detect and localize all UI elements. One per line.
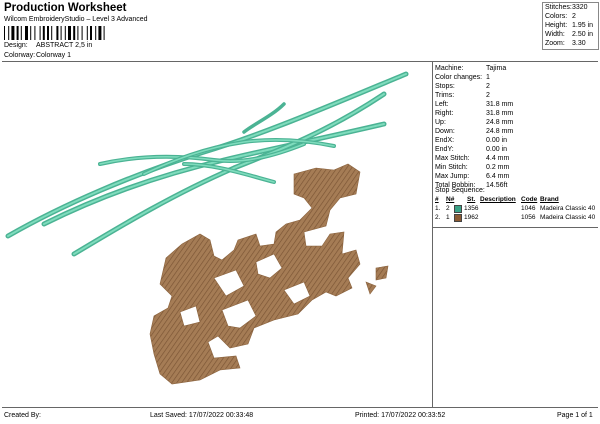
detail-label: Down: <box>435 128 455 135</box>
row-num: 2. <box>435 214 441 221</box>
detail-value: 31.8 mm <box>486 101 514 108</box>
detail-row: Trims: 2 <box>435 91 513 100</box>
col-st: St. <box>467 196 476 203</box>
col-brand: Brand <box>540 196 559 203</box>
printed-date: Printed: 17/07/2022 00:33:52 <box>355 412 446 419</box>
detail-label: Trims: <box>435 92 455 99</box>
detail-value: 0.00 in <box>486 146 508 153</box>
detail-label: Max Jump: <box>435 173 470 180</box>
col-num: # <box>435 196 439 203</box>
design-label: Design: <box>4 42 28 49</box>
detail-value: 1 <box>486 74 490 81</box>
stat-height: Height: 1.95 in <box>545 22 594 29</box>
colorway-value: Colorway 1 <box>36 52 72 59</box>
col-n: N# <box>446 196 455 203</box>
detail-label: EndX: <box>435 137 455 144</box>
detail-row: EndY: 0.00 in <box>435 145 513 154</box>
detail-label: Right: <box>435 110 454 117</box>
detail-row: Left: 31.8 mm <box>435 100 513 109</box>
detail-label: Min Stitch: <box>435 164 468 171</box>
row-needle: 2 <box>446 205 450 212</box>
row-stitches: 1356 <box>464 205 479 212</box>
color-swatch <box>454 205 462 213</box>
stat-zoom: Zoom: 3.30 <box>545 40 586 47</box>
detail-value: 31.8 mm <box>486 110 514 117</box>
design-preview <box>5 71 409 385</box>
row-code: 1056 <box>521 214 536 221</box>
detail-label: Up: <box>435 119 446 126</box>
stat-stitches: Stitches:3320 <box>545 4 588 11</box>
col-code: Code <box>521 196 538 203</box>
green-branch <box>5 71 409 257</box>
detail-row: Right: 31.8 mm <box>435 109 513 118</box>
page-number: Page 1 of 1 <box>557 412 593 419</box>
details-divider <box>432 227 598 228</box>
row-needle: 1 <box>446 214 450 221</box>
header-divider <box>2 61 598 62</box>
detail-value: Tajima <box>486 65 507 72</box>
detail-value: 0.00 in <box>486 137 508 144</box>
detail-label: EndY: <box>435 146 454 153</box>
color-swatch <box>454 214 462 222</box>
detail-row: Stops: 2 <box>435 82 513 91</box>
row-code: 1046 <box>521 205 536 212</box>
detail-value: 2 <box>486 92 490 99</box>
detail-value: 14.56ft <box>486 182 508 189</box>
col-description: Description <box>480 196 516 203</box>
details-list: Machine: Tajima Color changes: 1 Stops: 2 Trim… <box>435 64 513 190</box>
top-stats: Stitches:3320 Colors: 2 Height: 1.95 in Wi… <box>545 3 593 48</box>
detail-row: Max Jump: 6.4 mm <box>435 172 513 181</box>
design-value: ABSTRACT 2,5 in <box>36 42 93 49</box>
row-brand: Madeira Classic 40 <box>540 205 596 212</box>
stat-width: Width: 2.50 in <box>545 31 594 38</box>
detail-value: 24.8 mm <box>486 119 514 126</box>
detail-row: Min Stitch: 0.2 mm <box>435 163 513 172</box>
detail-row: Up: 24.8 mm <box>435 118 513 127</box>
column-divider <box>432 61 433 407</box>
detail-row: Color changes: 1 <box>435 73 513 82</box>
stat-colors: Colors: 2 <box>545 13 576 20</box>
detail-value: 6.4 mm <box>486 173 510 180</box>
software-subtitle: Wilcom EmbroideryStudio – Level 3 Advanc… <box>4 16 148 23</box>
detail-value: 2 <box>486 83 490 90</box>
brown-motif <box>149 163 389 385</box>
last-saved: Last Saved: 17/07/2022 00:33:48 <box>150 412 254 419</box>
detail-label: Color changes: <box>435 74 483 81</box>
footer-divider <box>2 407 598 408</box>
barcode <box>4 26 105 40</box>
detail-value: 4.4 mm <box>486 155 510 162</box>
detail-value: 0.2 mm <box>486 164 510 171</box>
detail-label: Max Stitch: <box>435 155 470 162</box>
detail-label: Machine: <box>435 65 464 72</box>
detail-label: Left: <box>435 101 449 108</box>
detail-value: 24.8 mm <box>486 128 514 135</box>
created-by: Created By: <box>4 412 41 419</box>
detail-row: Down: 24.8 mm <box>435 127 513 136</box>
row-num: 1. <box>435 205 441 212</box>
detail-row: EndX: 0.00 in <box>435 136 513 145</box>
page-title: Production Worksheet <box>4 2 127 14</box>
detail-label: Stops: <box>435 83 455 90</box>
detail-row: Machine: Tajima <box>435 64 513 73</box>
colorway-label: Colorway: <box>4 52 36 59</box>
stop-sequence-title: Stop Sequence: <box>435 187 485 194</box>
row-stitches: 1962 <box>464 214 479 221</box>
row-brand: Madeira Classic 40 <box>540 214 596 221</box>
detail-row: Max Stitch: 4.4 mm <box>435 154 513 163</box>
